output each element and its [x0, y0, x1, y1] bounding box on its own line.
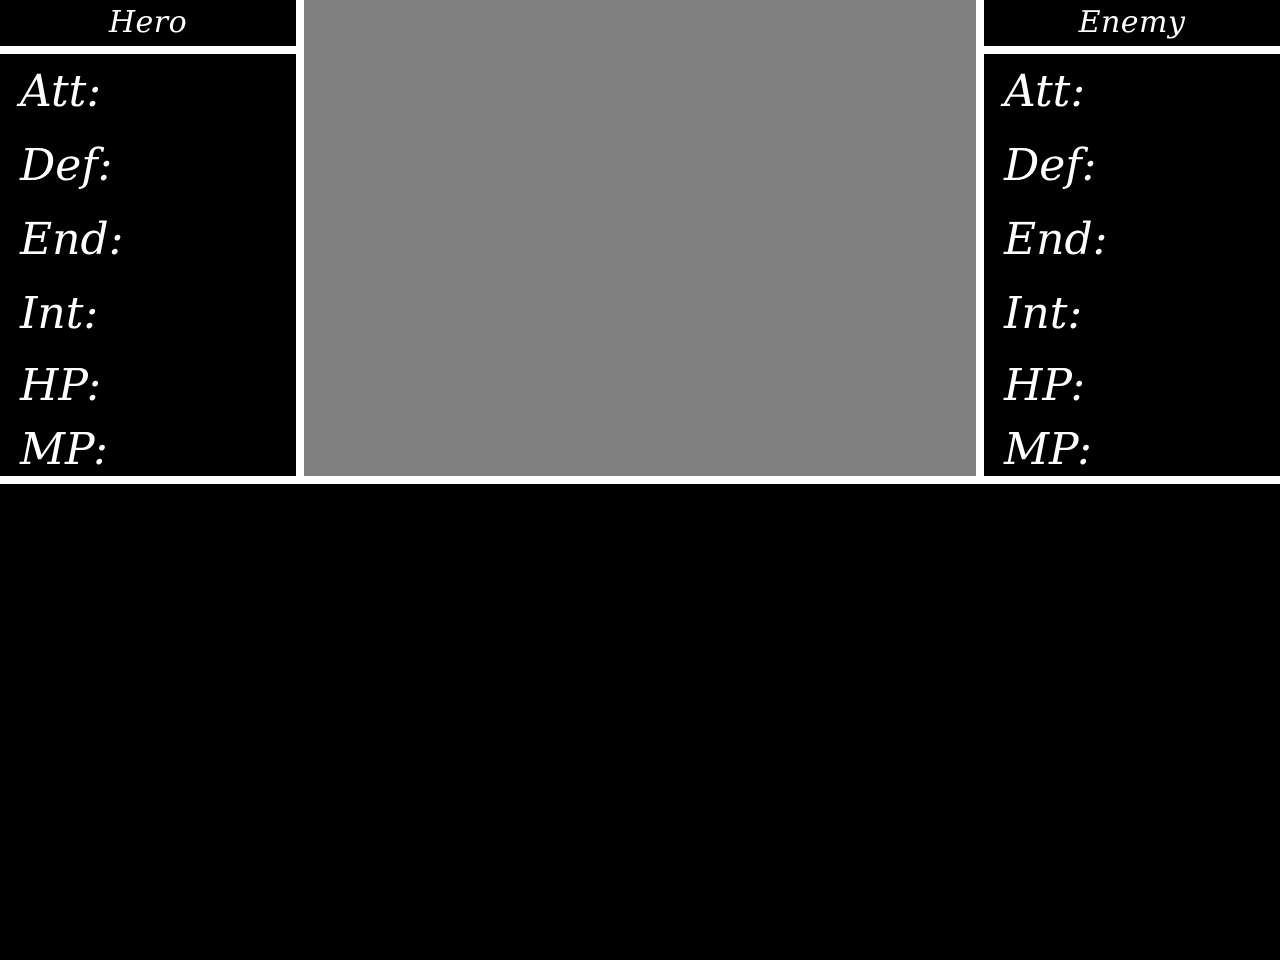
- enemy-title: Enemy: [1078, 5, 1186, 40]
- enemy-stats-panel: Att: Def: End: Int: HP: MP:: [984, 54, 1280, 476]
- hero-stat-def: Def:: [20, 140, 113, 191]
- game-screen: Hero Att: Def: End: Int: HP: MP: Enemy A…: [0, 0, 1280, 960]
- bottom-divider: [0, 476, 1280, 484]
- battle-view: [304, 0, 976, 476]
- enemy-stat-end: End:: [1004, 214, 1108, 265]
- enemy-stat-mp: MP:: [1004, 424, 1092, 475]
- hero-stats-panel: Att: Def: End: Int: HP: MP:: [0, 54, 296, 476]
- hero-title-divider: [0, 46, 296, 54]
- enemy-title-divider: [984, 46, 1280, 54]
- hero-panel-divider: [296, 0, 304, 484]
- hero-stat-int: Int:: [20, 288, 99, 339]
- hero-stat-hp: HP:: [20, 360, 102, 411]
- enemy-stat-hp: HP:: [1004, 360, 1086, 411]
- enemy-stat-def: Def:: [1004, 140, 1097, 191]
- enemy-panel-divider: [976, 0, 984, 484]
- enemy-title-box: Enemy: [984, 0, 1280, 46]
- message-area: [0, 484, 1280, 960]
- hero-title-box: Hero: [0, 0, 296, 46]
- hero-title: Hero: [108, 5, 188, 40]
- hero-stat-att: Att:: [20, 66, 102, 117]
- hero-stat-end: End:: [20, 214, 124, 265]
- enemy-stat-int: Int:: [1004, 288, 1083, 339]
- enemy-stat-att: Att:: [1004, 66, 1086, 117]
- hero-stat-mp: MP:: [20, 424, 108, 475]
